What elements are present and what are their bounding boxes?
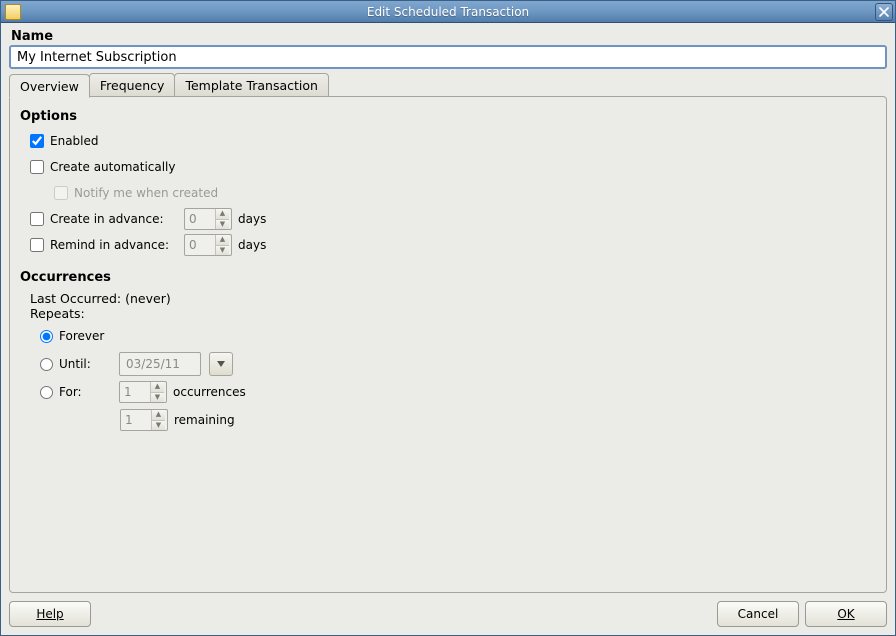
- spin-arrows[interactable]: ▲▼: [215, 209, 229, 229]
- tabstrip: Overview Frequency Template Transaction: [9, 75, 887, 97]
- for-occurrences-unit: occurrences: [173, 385, 246, 399]
- chevron-up-icon[interactable]: ▲: [216, 235, 229, 245]
- help-button[interactable]: Help: [9, 601, 91, 627]
- notify-label: Notify me when created: [74, 186, 218, 200]
- last-occurred-label: Last Occurred:: [30, 291, 125, 306]
- repeats-forever-radio[interactable]: [40, 330, 53, 343]
- for-remaining-spin[interactable]: ▲▼: [120, 409, 168, 431]
- chevron-down-icon: [217, 361, 225, 367]
- create-advance-spin[interactable]: ▲▼: [184, 208, 232, 230]
- spin-arrows[interactable]: ▲▼: [150, 382, 164, 402]
- create-advance-checkbox[interactable]: [30, 212, 44, 226]
- for-remaining-value[interactable]: [121, 410, 151, 430]
- name-label: Name: [11, 29, 887, 44]
- titlebar: Edit Scheduled Transaction: [1, 1, 895, 23]
- chevron-down-icon[interactable]: ▼: [151, 392, 164, 403]
- chevron-down-icon[interactable]: ▼: [216, 245, 229, 256]
- last-occurred: Last Occurred: (never): [30, 291, 876, 306]
- create-advance-label: Create in advance:: [50, 212, 178, 226]
- spin-arrows[interactable]: ▲▼: [215, 235, 229, 255]
- until-date-input[interactable]: [119, 352, 201, 376]
- close-button[interactable]: [875, 3, 893, 21]
- until-date-dropdown[interactable]: [209, 352, 233, 376]
- for-remaining-unit: remaining: [174, 413, 235, 427]
- create-advance-value[interactable]: [185, 209, 215, 229]
- remind-advance-checkbox[interactable]: [30, 238, 44, 252]
- chevron-up-icon[interactable]: ▲: [216, 209, 229, 219]
- tab-overview[interactable]: Overview: [9, 74, 90, 98]
- tab-template-transaction[interactable]: Template Transaction: [174, 73, 329, 97]
- remind-advance-value[interactable]: [185, 235, 215, 255]
- create-automatically-checkbox[interactable]: [30, 160, 44, 174]
- remind-advance-label: Remind in advance:: [50, 238, 178, 252]
- repeats-for-radio[interactable]: [40, 386, 53, 399]
- name-input[interactable]: [9, 45, 887, 69]
- repeats-until-radio[interactable]: [40, 358, 53, 371]
- options-heading: Options: [20, 109, 876, 124]
- for-occurrences-spin[interactable]: ▲▼: [119, 381, 167, 403]
- remind-advance-spin[interactable]: ▲▼: [184, 234, 232, 256]
- ok-button[interactable]: OK: [805, 601, 887, 627]
- notify-checkbox: [54, 186, 68, 200]
- chevron-up-icon[interactable]: ▲: [152, 410, 165, 420]
- enabled-label: Enabled: [50, 134, 99, 148]
- app-icon: [5, 4, 21, 20]
- tab-frequency[interactable]: Frequency: [89, 73, 176, 97]
- cancel-button[interactable]: Cancel: [717, 601, 799, 627]
- chevron-down-icon[interactable]: ▼: [152, 420, 165, 431]
- enabled-checkbox[interactable]: [30, 134, 44, 148]
- remind-advance-unit: days: [238, 238, 266, 252]
- last-occurred-value: (never): [125, 291, 171, 306]
- create-automatically-label: Create automatically: [50, 160, 176, 174]
- repeats-forever-label: Forever: [59, 329, 104, 343]
- button-bar: Help Cancel OK: [9, 599, 887, 629]
- occurrences-heading: Occurrences: [20, 270, 876, 285]
- window-title: Edit Scheduled Transaction: [1, 5, 895, 19]
- create-advance-unit: days: [238, 212, 266, 226]
- for-occurrences-value[interactable]: [120, 382, 150, 402]
- chevron-down-icon[interactable]: ▼: [216, 219, 229, 230]
- tabpanel-overview: Options Enabled Create automatically Not…: [9, 96, 887, 593]
- repeats-for-label: For:: [59, 385, 113, 399]
- repeats-until-label: Until:: [59, 357, 113, 371]
- repeats-label: Repeats:: [30, 306, 876, 321]
- chevron-up-icon[interactable]: ▲: [151, 382, 164, 392]
- spin-arrows[interactable]: ▲▼: [151, 410, 165, 430]
